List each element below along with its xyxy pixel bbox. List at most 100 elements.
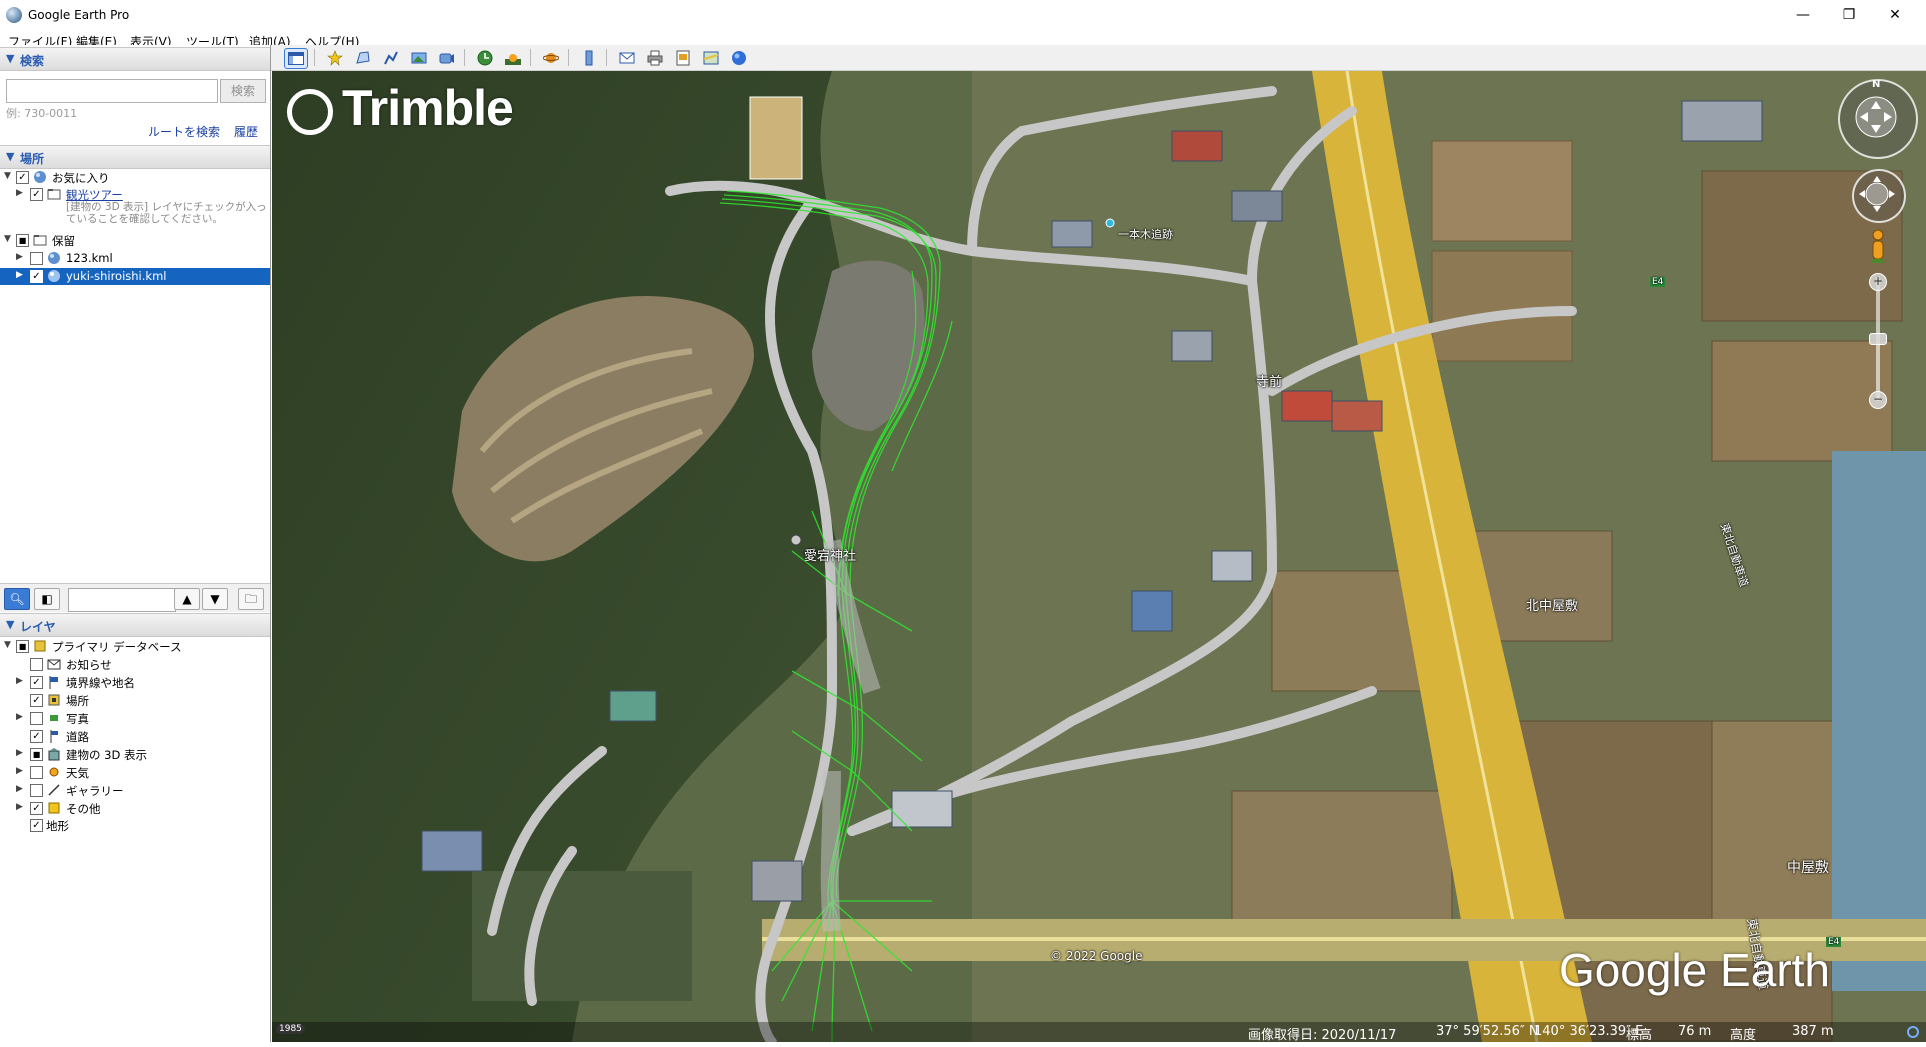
view-in-maps-button[interactable] — [700, 48, 722, 67]
layer-gallery[interactable]: ▶ ギャラリー — [0, 782, 270, 799]
move-control[interactable] — [1852, 169, 1906, 223]
print-button[interactable] — [644, 48, 666, 67]
add-image-overlay-button[interactable] — [408, 48, 430, 67]
email-icon — [619, 52, 635, 63]
checkbox[interactable] — [30, 766, 43, 779]
zoom-out-button[interactable]: − — [1869, 391, 1887, 409]
add-path-button[interactable] — [380, 48, 402, 67]
layer-3d-buildings[interactable]: ▶ ■ 建物の 3D 表示 — [0, 746, 270, 763]
panel-toggle-button[interactable]: ◧ — [34, 588, 60, 610]
layer-terrain[interactable]: ✓ 地形 — [0, 817, 270, 834]
checkbox[interactable]: ✓ — [30, 802, 43, 815]
layer-primary-database[interactable]: ▼ ■ プライマリ データベース — [0, 638, 270, 655]
layer-label: 建物の 3D 表示 — [66, 748, 147, 762]
sunlight-button[interactable] — [502, 48, 524, 67]
historical-imagery-button[interactable] — [474, 48, 496, 67]
save-image-icon — [676, 50, 690, 65]
place-label-temamae[interactable]: 寺前 — [1256, 371, 1282, 390]
layer-label: 写真 — [66, 712, 89, 726]
expand-arrow-icon[interactable]: ▶ — [16, 712, 23, 722]
zoom-in-button[interactable]: + — [1869, 273, 1887, 291]
checkbox[interactable]: ✓ — [30, 188, 43, 201]
tree-item-temporary[interactable]: ▼ ■ 保留 — [0, 232, 270, 249]
expand-arrow-icon[interactable]: ▶ — [16, 766, 23, 776]
expand-arrow-icon[interactable]: ▶ — [16, 802, 23, 812]
expand-arrow-icon[interactable]: ▶ — [16, 784, 23, 794]
place-label-nakayashiki[interactable]: 中屋敷 — [1787, 857, 1829, 877]
look-around-control[interactable]: N — [1838, 79, 1918, 159]
layer-folder-icon — [34, 171, 46, 183]
checkbox[interactable]: ✓ — [30, 730, 43, 743]
historical-imagery-year[interactable]: 1985 — [276, 1024, 305, 1034]
search-button[interactable]: 検索 — [220, 79, 266, 103]
checkbox[interactable]: ✓ — [16, 171, 29, 184]
expand-arrow-icon[interactable]: ▶ — [16, 252, 23, 262]
layer-borders-labels[interactable]: ▶ ✓ 境界線や地名 — [0, 674, 270, 691]
search-places-button[interactable]: 🔍︎ — [4, 588, 30, 610]
move-down-button[interactable]: ▼ — [202, 588, 228, 610]
checkbox[interactable] — [30, 784, 43, 797]
add-polygon-button[interactable] — [352, 48, 374, 67]
tree-item-favorites[interactable]: ▼ ✓ お気に入り — [0, 169, 270, 186]
folder-menu-button[interactable]: 🗀 — [238, 588, 264, 610]
move-up-button[interactable]: ▲ — [174, 588, 200, 610]
save-image-button[interactable] — [672, 48, 694, 67]
checkbox[interactable]: ✓ — [30, 819, 43, 832]
places-filter-input[interactable] — [68, 588, 176, 612]
sign-in-button[interactable] — [728, 48, 750, 67]
switch-planet-button[interactable] — [540, 48, 562, 67]
folder-icon — [47, 189, 61, 200]
minimize-button[interactable]: — — [1780, 0, 1826, 30]
database-icon — [34, 640, 46, 652]
folder-icon: 🗀 — [244, 592, 257, 606]
layer-notices[interactable]: お知らせ — [0, 656, 270, 673]
clock-globe-icon — [477, 50, 493, 65]
ruler-button[interactable] — [578, 48, 600, 67]
image-overlay-icon — [411, 52, 427, 63]
route-search-link[interactable]: ルートを検索 — [148, 123, 220, 140]
title-bar: Google Earth Pro — ❐ ✕ — [0, 0, 1926, 31]
layer-places[interactable]: ✓ 場所 — [0, 692, 270, 709]
checkbox-partial[interactable]: ■ — [16, 640, 29, 653]
restore-button[interactable]: ❐ — [1826, 0, 1872, 30]
history-link[interactable]: 履歴 — [234, 123, 258, 140]
layers-section-header[interactable]: ▼ レイヤ — [0, 613, 270, 637]
sidebar-toggle-button[interactable] — [284, 48, 308, 69]
expand-arrow-icon[interactable]: ▶ — [16, 188, 23, 198]
collapse-arrow-icon[interactable]: ▼ — [4, 234, 11, 244]
checkbox[interactable]: ✓ — [30, 676, 43, 689]
place-label-ipponki[interactable]: 一本木追跡 — [1118, 226, 1173, 242]
panel-icon: ◧ — [41, 592, 53, 606]
checkbox[interactable]: ✓ — [30, 694, 43, 707]
places-panel-toolbar: 🔍︎ ◧ ▲ ▼ 🗀 — [0, 583, 270, 612]
checkbox[interactable] — [30, 252, 43, 265]
email-button[interactable] — [616, 48, 638, 67]
search-section-header[interactable]: ▼ 検索 — [0, 47, 270, 71]
collapse-arrow-icon[interactable]: ▼ — [4, 171, 11, 181]
checkbox[interactable] — [30, 658, 43, 671]
layer-roads[interactable]: ✓ 道路 — [0, 728, 270, 745]
checkbox-partial[interactable]: ■ — [30, 748, 43, 761]
place-label-kitanakayashiki[interactable]: 北中屋敷 — [1526, 595, 1578, 614]
expand-arrow-icon[interactable]: ▶ — [16, 270, 23, 280]
record-tour-button[interactable] — [436, 48, 458, 67]
add-placemark-button[interactable] — [324, 48, 346, 67]
layer-weather[interactable]: ▶ 天気 — [0, 764, 270, 781]
checkbox-partial[interactable]: ■ — [16, 234, 29, 247]
map-view[interactable]: Trimble 一本木追跡 寺前 愛宕神社 北中屋敷 中屋敷 東北自動車道 東北… — [272, 71, 1926, 1042]
pegman-icon[interactable] — [1868, 229, 1888, 269]
checkbox[interactable] — [30, 712, 43, 725]
place-label-atago-shrine[interactable]: 愛宕神社 — [804, 545, 856, 564]
layer-photos[interactable]: ▶ 写真 — [0, 710, 270, 727]
checkbox[interactable]: ✓ — [30, 270, 43, 283]
expand-arrow-icon[interactable]: ▶ — [16, 676, 23, 686]
tree-item-123-kml[interactable]: ▶ 123.kml — [0, 250, 270, 267]
expand-arrow-icon[interactable]: ▶ — [16, 748, 23, 758]
places-section-header[interactable]: ▼ 場所 — [0, 145, 270, 169]
search-input[interactable] — [6, 79, 218, 103]
tree-item-yuki-shiroishi-kml[interactable]: ▶ ✓ yuki-shiroishi.kml — [0, 268, 270, 285]
collapse-arrow-icon[interactable]: ▼ — [4, 640, 11, 650]
layer-other[interactable]: ▶ ✓ その他 — [0, 800, 270, 817]
close-button[interactable]: ✕ — [1872, 0, 1918, 30]
zoom-slider-thumb[interactable] — [1869, 333, 1887, 345]
